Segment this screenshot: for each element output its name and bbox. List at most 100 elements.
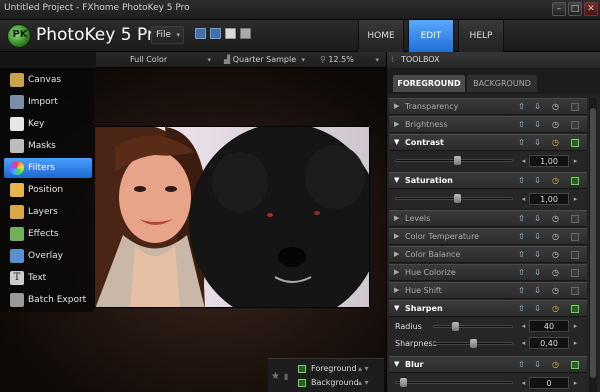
nav-edit-button[interactable]: EDIT [408,20,454,52]
maximize-button[interactable]: □ [568,2,582,16]
move-up-icon[interactable]: ⇧ [517,214,526,224]
move-down-icon[interactable]: ⇩ [533,102,542,112]
color-mode-select[interactable]: Full Color ▾ [130,54,214,66]
move-up-icon[interactable]: ⇧ [517,102,526,112]
star-icon[interactable]: ★ [271,371,280,382]
sidebar-item-position[interactable]: Position [4,180,92,200]
filter-enabled-checkbox[interactable] [571,233,579,241]
zoom-select[interactable]: ⚲ 12.5% ▾ [320,54,382,66]
filter-row[interactable]: ▶ Hue Colorize ⇧ ⇩ ◷ [389,264,587,281]
increment-button[interactable]: ▸ [571,155,580,167]
toolbox-scrollbar[interactable] [589,98,597,392]
move-down-icon[interactable]: ⇩ [533,304,542,314]
filter-row[interactable]: ▼ Contrast ⇧ ⇩ ◷ [389,134,587,151]
filter-row[interactable]: ▶ Transparency ⇧ ⇩ ◷ [389,98,587,115]
reset-clock-icon[interactable]: ◷ [551,120,560,130]
expand-toggle-icon[interactable]: ▼ [394,304,399,312]
expand-toggle-icon[interactable]: ▶ [394,232,399,240]
layer-row-foreground[interactable]: Foreground ▴ ▾ [298,363,369,375]
filter-enabled-checkbox[interactable] [571,251,579,259]
layer-row-background[interactable]: Background ▴ ▾ [298,377,369,389]
filter-enabled-checkbox[interactable] [571,305,579,313]
move-down-icon[interactable]: ⇩ [533,138,542,148]
sidebar-item-effects[interactable]: Effects [4,224,92,244]
expand-toggle-icon[interactable]: ▶ [394,214,399,222]
expand-toggle-icon[interactable]: ▼ [394,360,399,368]
move-down-icon[interactable]: ⇩ [533,268,542,278]
parameter-value[interactable]: 0 [529,377,569,389]
move-up-icon[interactable]: ⇧ [517,304,526,314]
reset-clock-icon[interactable]: ◷ [551,360,560,370]
filter-enabled-checkbox[interactable] [571,177,579,185]
parameter-slider[interactable] [433,322,513,331]
move-down-icon[interactable]: ⇩ [533,232,542,242]
tab-foreground[interactable]: FOREGROUND [393,75,465,92]
increment-button[interactable]: ▸ [571,320,580,332]
parameter-slider[interactable] [395,156,513,165]
parameter-slider[interactable] [395,194,513,203]
parameter-value[interactable]: 1,00 [529,155,569,167]
decrement-button[interactable]: ◂ [519,155,528,167]
reset-clock-icon[interactable]: ◷ [551,102,560,112]
sample-select[interactable]: ▟ Quarter Sample ▾ [224,54,308,66]
slider-knob[interactable] [454,156,461,165]
reset-clock-icon[interactable]: ◷ [551,214,560,224]
filter-row[interactable]: ▶ Hue Shift ⇧ ⇩ ◷ [389,282,587,299]
parameter-slider[interactable] [395,378,513,387]
move-down-icon[interactable]: ⇩ [533,120,542,130]
filter-row[interactable]: ▶ Levels ⇧ ⇩ ◷ [389,210,587,227]
expand-toggle-icon[interactable]: ▼ [394,176,399,184]
scrollbar-thumb[interactable] [590,108,596,378]
move-down-icon[interactable]: ⇩ [533,176,542,186]
filter-row[interactable]: ▶ Brightness ⇧ ⇩ ◷ [389,116,587,133]
expand-toggle-icon[interactable]: ▼ [394,138,399,146]
reorder-icon[interactable]: ▴ ▾ [358,363,369,375]
email-icon[interactable] [225,28,236,39]
move-up-icon[interactable]: ⇧ [517,120,526,130]
filter-enabled-checkbox[interactable] [571,269,579,277]
move-down-icon[interactable]: ⇩ [533,250,542,260]
lock-icon[interactable]: ▮ [284,372,288,381]
composite-photo[interactable] [94,126,370,308]
increment-button[interactable]: ▸ [571,377,580,389]
reset-clock-icon[interactable]: ◷ [551,286,560,296]
file-menu-button[interactable]: File ▾ [151,26,184,44]
sidebar-item-layers[interactable]: Layers [4,202,92,222]
save-icon[interactable] [195,28,206,39]
filter-enabled-checkbox[interactable] [571,121,579,129]
expand-toggle-icon[interactable]: ▶ [394,250,399,258]
sidebar-item-import[interactable]: Import [4,92,92,112]
sidebar-item-batch-export[interactable]: Batch Export [4,290,92,310]
sidebar-item-canvas[interactable]: Canvas [4,70,92,90]
filter-row[interactable]: ▼ Sharpen ⇧ ⇩ ◷ [389,300,587,317]
reset-clock-icon[interactable]: ◷ [551,250,560,260]
filter-enabled-checkbox[interactable] [571,215,579,223]
filter-row[interactable]: ▼ Saturation ⇧ ⇩ ◷ [389,172,587,189]
slider-knob[interactable] [452,322,459,331]
move-up-icon[interactable]: ⇧ [517,176,526,186]
slider-knob[interactable] [454,194,461,203]
tab-background[interactable]: BACKGROUND [467,75,537,92]
reset-clock-icon[interactable]: ◷ [551,138,560,148]
expand-toggle-icon[interactable]: ▶ [394,286,399,294]
move-up-icon[interactable]: ⇧ [517,232,526,242]
sidebar-item-key[interactable]: Key [4,114,92,134]
move-up-icon[interactable]: ⇧ [517,360,526,370]
decrement-button[interactable]: ◂ [519,320,528,332]
filter-row[interactable]: ▶ Color Temperature ⇧ ⇩ ◷ [389,228,587,245]
nav-help-button[interactable]: HELP [458,20,504,52]
move-down-icon[interactable]: ⇩ [533,286,542,296]
decrement-button[interactable]: ◂ [519,377,528,389]
decrement-button[interactable]: ◂ [519,337,528,349]
reorder-icon[interactable]: ▴ ▾ [358,377,369,389]
reset-clock-icon[interactable]: ◷ [551,232,560,242]
move-down-icon[interactable]: ⇩ [533,214,542,224]
layer-visible-checkbox[interactable] [298,379,306,387]
filter-enabled-checkbox[interactable] [571,139,579,147]
expand-toggle-icon[interactable]: ▶ [394,120,399,128]
move-up-icon[interactable]: ⇧ [517,250,526,260]
print-icon[interactable] [240,28,251,39]
reset-clock-icon[interactable]: ◷ [551,304,560,314]
parameter-value[interactable]: 40 [529,320,569,332]
move-down-icon[interactable]: ⇩ [533,360,542,370]
